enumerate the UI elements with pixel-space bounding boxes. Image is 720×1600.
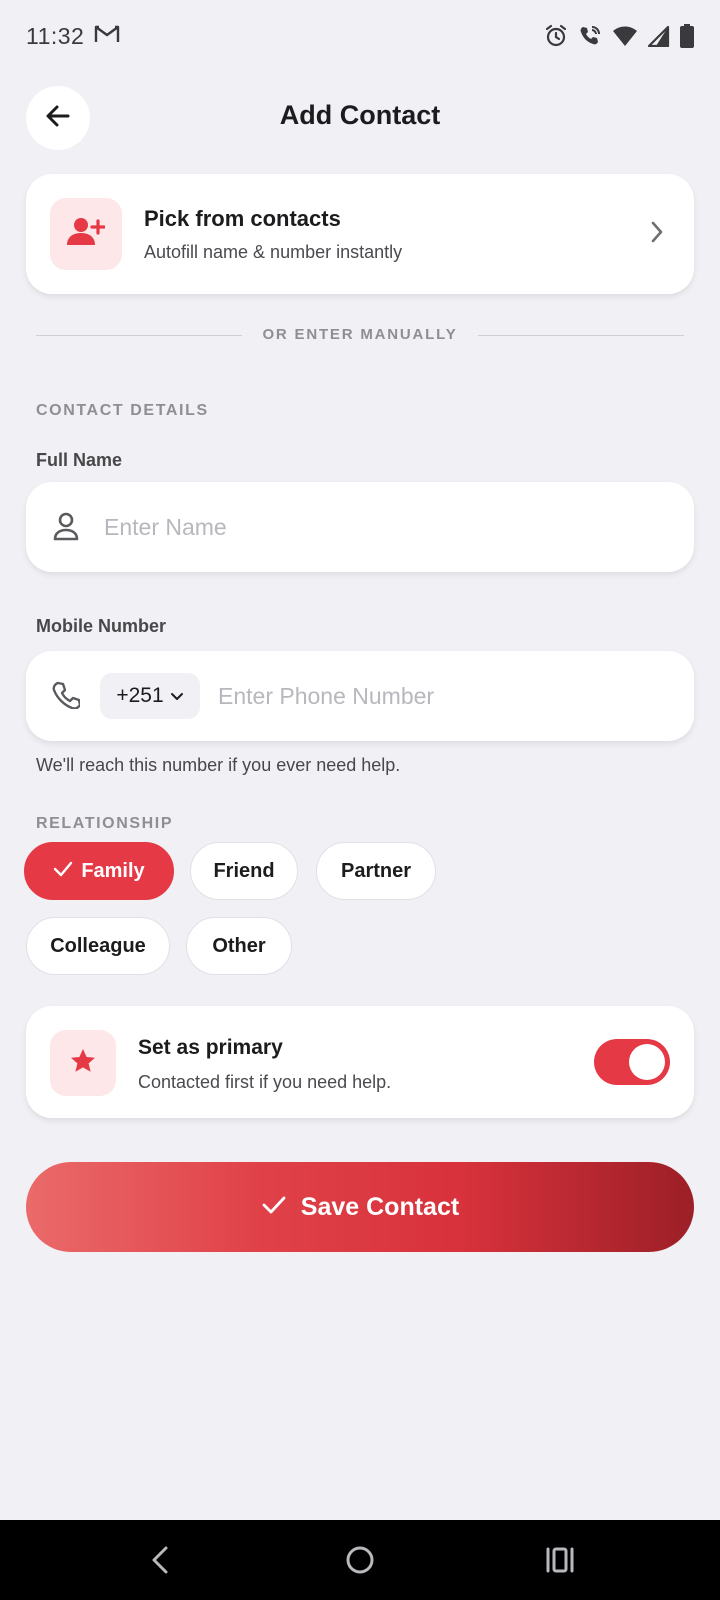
manual-entry-divider: OR ENTER MANUALLY bbox=[36, 326, 684, 346]
recents-nav-icon[interactable] bbox=[540, 1540, 580, 1580]
primary-title: Set as primary bbox=[138, 1036, 283, 1059]
status-right bbox=[544, 24, 694, 48]
full-name-label: Full Name bbox=[36, 450, 123, 470]
back-nav-icon[interactable] bbox=[140, 1540, 180, 1580]
phone-icon bbox=[52, 681, 82, 714]
wifi-calling-icon bbox=[578, 24, 602, 48]
mobile-number-field: +251 bbox=[26, 651, 694, 741]
save-contact-button[interactable]: Save Contact bbox=[26, 1162, 694, 1252]
relationship-chip-friend[interactable]: Friend bbox=[190, 842, 298, 900]
mobile-number-label: Mobile Number bbox=[36, 616, 167, 636]
system-nav-bar bbox=[0, 1520, 720, 1600]
phone-number-input[interactable] bbox=[218, 679, 668, 713]
mobile-helper-text: We'll reach this number if you ever need… bbox=[36, 755, 401, 775]
primary-subtitle: Contacted first if you need help. bbox=[138, 1072, 392, 1092]
chevron-right-icon bbox=[650, 220, 664, 249]
chip-label: Colleague bbox=[50, 934, 146, 957]
person-add-icon bbox=[67, 217, 106, 252]
relationship-chip-other[interactable]: Other bbox=[186, 917, 292, 975]
chip-label: Friend bbox=[213, 859, 275, 882]
gmail-icon bbox=[94, 23, 120, 50]
country-code-selector[interactable]: +251 bbox=[100, 673, 200, 719]
country-code-value: +251 bbox=[116, 684, 164, 707]
chip-label: Other bbox=[212, 934, 266, 957]
divider-line-right bbox=[478, 335, 684, 336]
status-left: 11:32 bbox=[26, 23, 120, 50]
pick-contacts-subtitle: Autofill name & number instantly bbox=[144, 242, 403, 262]
chip-label: Family bbox=[81, 859, 145, 882]
save-contact-label: Save Contact bbox=[300, 1192, 460, 1221]
status-time: 11:32 bbox=[26, 22, 85, 49]
toggle-knob bbox=[629, 1044, 665, 1080]
header: Add Contact bbox=[0, 86, 720, 150]
page-title: Add Contact bbox=[279, 100, 441, 130]
full-name-field bbox=[26, 482, 694, 572]
primary-toggle[interactable] bbox=[594, 1039, 670, 1085]
relationship-label: RELATIONSHIP bbox=[36, 815, 174, 832]
relationship-chip-family[interactable]: Family bbox=[24, 842, 174, 900]
chevron-down-icon bbox=[170, 684, 184, 708]
wifi-icon bbox=[612, 25, 638, 47]
signal-icon bbox=[648, 25, 670, 47]
contact-details-label: CONTACT DETAILS bbox=[36, 402, 209, 419]
relationship-chip-partner[interactable]: Partner bbox=[316, 842, 436, 900]
pick-contacts-icon-tile bbox=[50, 198, 122, 270]
status-bar: 11:32 bbox=[0, 0, 720, 72]
alarm-icon bbox=[544, 24, 568, 48]
primary-icon-tile bbox=[50, 1030, 116, 1096]
person-icon bbox=[52, 512, 80, 547]
battery-icon bbox=[680, 24, 694, 48]
set-primary-card: Set as primary Contacted first if you ne… bbox=[26, 1006, 694, 1118]
pick-contacts-title: Pick from contacts bbox=[144, 206, 341, 231]
relationship-chip-colleague[interactable]: Colleague bbox=[26, 917, 170, 975]
home-nav-icon[interactable] bbox=[340, 1540, 380, 1580]
check-icon bbox=[261, 1193, 287, 1222]
check-icon bbox=[53, 860, 73, 883]
full-name-input[interactable] bbox=[104, 510, 664, 544]
pick-from-contacts-card[interactable]: Pick from contacts Autofill name & numbe… bbox=[26, 174, 694, 294]
chip-label: Partner bbox=[340, 859, 412, 882]
star-icon bbox=[69, 1047, 97, 1080]
